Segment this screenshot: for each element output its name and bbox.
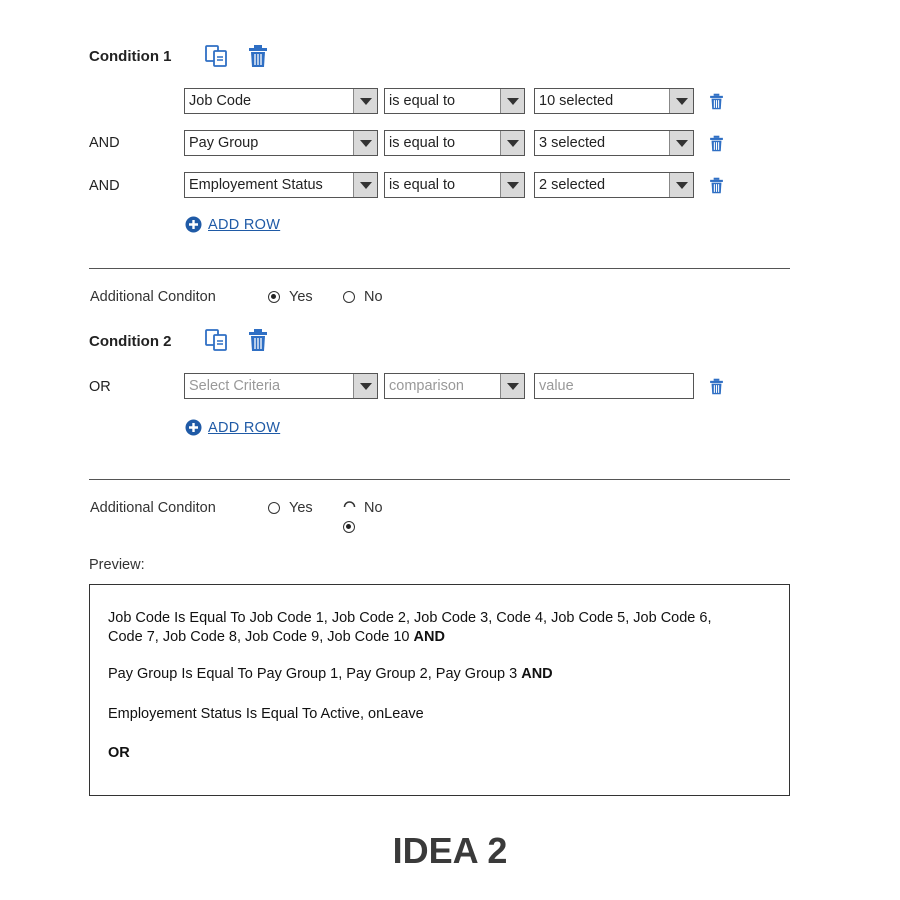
preview-line: Pay Group Is Equal To Pay Group 1, Pay G… xyxy=(108,665,553,684)
trash-icon[interactable] xyxy=(709,93,724,110)
conjunction-label: AND xyxy=(89,135,120,151)
radio-yes[interactable] xyxy=(268,291,280,303)
chevron-down-icon[interactable] xyxy=(669,89,693,113)
plus-circle-icon xyxy=(185,419,202,436)
preview-box: Job Code Is Equal To Job Code 1, Job Cod… xyxy=(89,584,790,796)
comparison-dropdown[interactable]: is equal to xyxy=(384,88,525,114)
value-input[interactable]: value xyxy=(534,373,694,399)
criteria-value: Employement Status xyxy=(189,177,323,193)
comparison-value: is equal to xyxy=(389,93,456,109)
comparison-dropdown[interactable]: is equal to xyxy=(384,130,525,156)
chevron-down-icon[interactable] xyxy=(353,173,377,197)
chevron-down-icon[interactable] xyxy=(500,374,524,398)
preview-conjunction: OR xyxy=(108,745,130,761)
trash-icon[interactable] xyxy=(248,44,268,68)
value-placeholder: value xyxy=(539,378,574,394)
additional-condition-label: Additional Conditon xyxy=(90,289,216,305)
preview-conjunction: AND xyxy=(521,666,553,682)
trash-icon[interactable] xyxy=(248,328,268,352)
preview-text: Code 7, Job Code 8, Job Code 9, Job Code… xyxy=(108,629,414,645)
criteria-dropdown[interactable]: Job Code xyxy=(184,88,378,114)
preview-line: Employement Status Is Equal To Active, o… xyxy=(108,706,424,722)
add-row-button[interactable]: ADD ROW xyxy=(185,216,280,233)
comparison-dropdown[interactable]: is equal to xyxy=(384,172,525,198)
value-dropdown[interactable]: 2 selected xyxy=(534,172,694,198)
criteria-value: Job Code xyxy=(189,93,252,109)
chevron-down-icon[interactable] xyxy=(500,173,524,197)
add-row-label: ADD ROW xyxy=(208,216,281,233)
chevron-down-icon[interactable] xyxy=(500,131,524,155)
preview-text: Pay Group Is Equal To Pay Group 1, Pay G… xyxy=(108,666,522,682)
criteria-dropdown[interactable]: Select Criteria xyxy=(184,373,378,399)
preview-conjunction: AND xyxy=(413,629,445,645)
condition-1-title: Condition 1 xyxy=(89,48,172,65)
value-text: 3 selected xyxy=(539,135,606,151)
trash-icon[interactable] xyxy=(709,135,724,152)
additional-condition-label: Additional Conditon xyxy=(90,500,216,516)
trash-icon[interactable] xyxy=(709,378,724,395)
comparison-value: is equal to xyxy=(389,135,456,151)
copy-icon[interactable] xyxy=(204,328,230,352)
chevron-down-icon[interactable] xyxy=(353,374,377,398)
comparison-placeholder: comparison xyxy=(389,378,464,394)
trash-icon[interactable] xyxy=(709,177,724,194)
divider xyxy=(89,268,790,269)
preview-line: Code 7, Job Code 8, Job Code 9, Job Code… xyxy=(108,628,445,647)
chevron-down-icon[interactable] xyxy=(669,173,693,197)
conjunction-label: AND xyxy=(89,178,120,194)
radio-no-label: No xyxy=(364,289,383,305)
plus-circle-icon xyxy=(185,216,202,233)
comparison-dropdown[interactable]: comparison xyxy=(384,373,525,399)
criteria-value: Pay Group xyxy=(189,135,259,151)
value-text: 10 selected xyxy=(539,93,614,109)
value-dropdown[interactable]: 3 selected xyxy=(534,130,694,156)
chevron-down-icon[interactable] xyxy=(500,89,524,113)
radio-yes-label: Yes xyxy=(289,500,313,516)
page-caption: IDEA 2 xyxy=(392,830,508,871)
criteria-placeholder: Select Criteria xyxy=(189,378,281,394)
radio-no[interactable] xyxy=(343,521,355,533)
condition-2-title: Condition 2 xyxy=(89,333,172,350)
preview-label: Preview: xyxy=(89,557,145,573)
add-row-button[interactable]: ADD ROW xyxy=(185,419,280,436)
conjunction-label: OR xyxy=(89,379,111,395)
radio-no[interactable] xyxy=(343,291,355,303)
divider xyxy=(89,479,790,480)
radio-yes-label: Yes xyxy=(289,289,313,305)
value-text: 2 selected xyxy=(539,177,606,193)
radio-no-label: No xyxy=(364,500,383,516)
copy-icon[interactable] xyxy=(204,44,230,68)
radio-yes[interactable] xyxy=(268,502,280,514)
value-dropdown[interactable]: 10 selected xyxy=(534,88,694,114)
chevron-down-icon[interactable] xyxy=(353,131,377,155)
radio-no-arc xyxy=(343,501,356,508)
chevron-down-icon[interactable] xyxy=(669,131,693,155)
add-row-label: ADD ROW xyxy=(208,419,281,436)
preview-line: Job Code Is Equal To Job Code 1, Job Cod… xyxy=(108,610,712,626)
comparison-value: is equal to xyxy=(389,177,456,193)
criteria-dropdown[interactable]: Pay Group xyxy=(184,130,378,156)
chevron-down-icon[interactable] xyxy=(353,89,377,113)
criteria-dropdown[interactable]: Employement Status xyxy=(184,172,378,198)
